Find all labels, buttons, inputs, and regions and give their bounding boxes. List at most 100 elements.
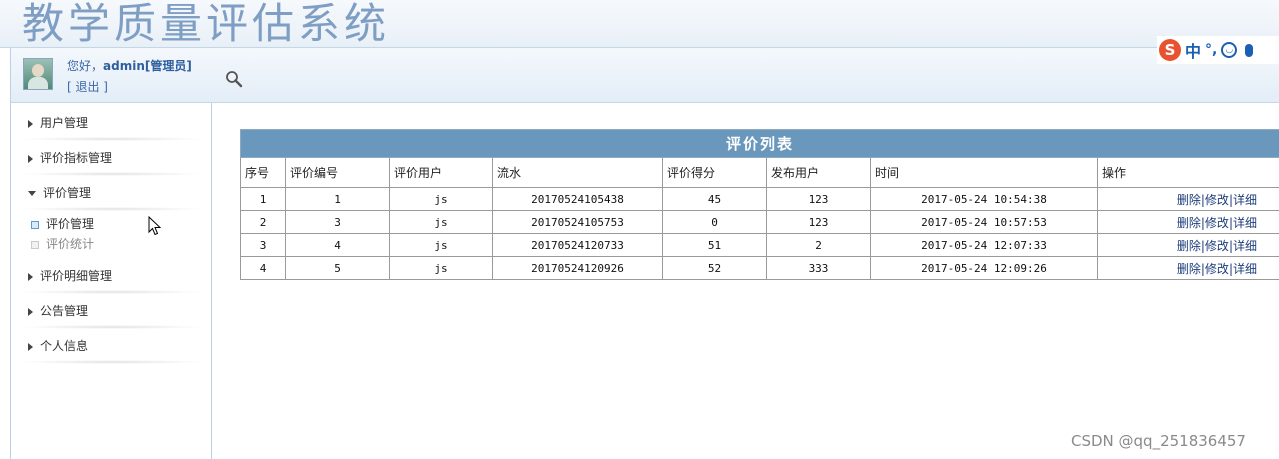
subitem-evaluation-statistics[interactable]: 评价统计: [31, 234, 211, 254]
cell-time: 2017-05-24 10:54:38: [870, 187, 1098, 211]
caret-right-icon: [28, 119, 33, 128]
table-header-row: 序号 评价编号 评价用户 流水 评价得分 发布用户 时间 操作: [240, 157, 1279, 188]
ime-mode-toggle[interactable]: 中: [1185, 38, 1201, 62]
cell-actions: 删除|修改|详细: [1097, 187, 1279, 211]
sidebar-item-evaluation-management[interactable]: 评价管理: [11, 181, 211, 216]
sidebar-menu: 用户管理 评价指标管理 评价管理 评价管理 评价统计 评价明细管理 公告管理 个…: [11, 103, 211, 369]
cell-index: 1: [240, 187, 286, 211]
detail-link[interactable]: 详细: [1233, 262, 1257, 276]
col-header-time: 时间: [870, 157, 1098, 188]
caret-right-icon: [28, 154, 33, 163]
caret-right-icon: [28, 272, 33, 281]
watermark: CSDN @qq_251836457: [1071, 432, 1246, 450]
col-header-score: 评价得分: [662, 157, 767, 188]
cell-actions: 删除|修改|详细: [1097, 233, 1279, 257]
sidebar-item-user-management[interactable]: 用户管理: [11, 111, 211, 146]
cell-publisher: 123: [766, 210, 871, 234]
caret-right-icon: [28, 342, 33, 351]
detail-link[interactable]: 详细: [1233, 216, 1257, 230]
sogou-logo-icon[interactable]: S: [1159, 39, 1181, 61]
sidebar-item-label: 公告管理: [40, 304, 89, 318]
ime-toolbar[interactable]: S 中 °, ◡: [1157, 36, 1279, 64]
sidebar-item-label: 评价指标管理: [40, 151, 113, 165]
delete-link[interactable]: 删除: [1177, 262, 1201, 276]
app-title: 教学质量评估系统: [22, 0, 391, 48]
table-row: 4 5 js 20170524120926 52 333 2017-05-24 …: [240, 256, 1279, 280]
cell-eval-user: js: [389, 256, 493, 280]
cell-index: 3: [240, 233, 286, 257]
evaluation-list-table: 评价列表 序号 评价编号 评价用户 流水 评价得分 发布用户 时间 操作 1 1…: [240, 129, 1279, 280]
evaluation-submenu: 评价管理 评价统计: [11, 214, 211, 264]
edit-link[interactable]: 修改: [1205, 216, 1229, 230]
delete-link[interactable]: 删除: [1177, 216, 1201, 230]
col-header-actions: 操作: [1097, 157, 1279, 188]
mouse-cursor-icon: [148, 216, 162, 236]
caret-down-icon: [28, 191, 36, 196]
content-toolbar: [211, 48, 1279, 103]
edit-link[interactable]: 修改: [1205, 239, 1229, 253]
greeting-text: 您好，admin[管理员]: [67, 57, 192, 74]
cell-eval-user: js: [389, 187, 493, 211]
user-info-box: 您好，admin[管理员] [ 退出 ]: [11, 48, 211, 103]
cell-score: 51: [662, 233, 767, 257]
cell-time: 2017-05-24 12:09:26: [870, 256, 1098, 280]
cell-score: 45: [662, 187, 767, 211]
cell-serial: 20170524120733: [492, 233, 663, 257]
microphone-icon[interactable]: [1245, 43, 1254, 57]
col-header-eval-user: 评价用户: [389, 157, 493, 188]
ime-punct-toggle[interactable]: °,: [1205, 42, 1217, 58]
detail-link[interactable]: 详细: [1233, 239, 1257, 253]
sidebar-item-label: 评价明细管理: [40, 269, 113, 283]
detail-link[interactable]: 详细: [1233, 193, 1257, 207]
cell-serial: 20170524105438: [492, 187, 663, 211]
delete-link[interactable]: 删除: [1177, 193, 1201, 207]
cell-eval-id: 5: [285, 256, 390, 280]
cell-publisher: 123: [766, 187, 871, 211]
search-icon[interactable]: [225, 70, 243, 88]
sidebar-item-announcement[interactable]: 公告管理: [11, 299, 211, 334]
cell-eval-user: js: [389, 233, 493, 257]
cell-score: 0: [662, 210, 767, 234]
cell-actions: 删除|修改|详细: [1097, 210, 1279, 234]
delete-link[interactable]: 删除: [1177, 239, 1201, 253]
cell-publisher: 333: [766, 256, 871, 280]
sidebar-item-personal-info[interactable]: 个人信息: [11, 334, 211, 369]
caret-right-icon: [28, 307, 33, 316]
left-sidebar: 您好，admin[管理员] [ 退出 ] 用户管理 评价指标管理 评价管理 评价…: [10, 48, 212, 459]
subitem-evaluation-management[interactable]: 评价管理: [31, 214, 211, 234]
avatar: [23, 58, 53, 90]
cell-index: 2: [240, 210, 286, 234]
square-bullet-icon: [31, 240, 39, 249]
edit-link[interactable]: 修改: [1205, 262, 1229, 276]
col-header-publisher: 发布用户: [766, 157, 871, 188]
table-row: 1 1 js 20170524105438 45 123 2017-05-24 …: [240, 187, 1279, 211]
cell-eval-id: 4: [285, 233, 390, 257]
sidebar-item-label: 评价管理: [43, 186, 92, 200]
sidebar-item-evaluation-detail[interactable]: 评价明细管理: [11, 264, 211, 299]
cell-publisher: 2: [766, 233, 871, 257]
table-row: 3 4 js 20170524120733 51 2 2017-05-24 12…: [240, 233, 1279, 257]
cell-time: 2017-05-24 10:57:53: [870, 210, 1098, 234]
table-row: 2 3 js 20170524105753 0 123 2017-05-24 1…: [240, 210, 1279, 234]
logout-link[interactable]: [ 退出 ]: [67, 78, 108, 95]
cell-eval-user: js: [389, 210, 493, 234]
cell-time: 2017-05-24 12:07:33: [870, 233, 1098, 257]
cell-index: 4: [240, 256, 286, 280]
greeting-prefix: 您好，: [67, 59, 104, 73]
sidebar-item-label: 用户管理: [40, 116, 89, 130]
user-name: admin[管理员]: [103, 59, 192, 73]
subitem-label: 评价管理: [46, 217, 95, 231]
cell-actions: 删除|修改|详细: [1097, 256, 1279, 280]
edit-link[interactable]: 修改: [1205, 193, 1229, 207]
col-header-index: 序号: [240, 157, 286, 188]
subitem-label: 评价统计: [46, 237, 95, 251]
smiley-icon[interactable]: ◡: [1221, 42, 1238, 58]
col-header-eval-id: 评价编号: [285, 157, 390, 188]
cell-serial: 20170524120926: [492, 256, 663, 280]
sidebar-item-evaluation-index[interactable]: 评价指标管理: [11, 146, 211, 181]
cell-eval-id: 3: [285, 210, 390, 234]
cell-eval-id: 1: [285, 187, 390, 211]
square-bullet-icon: [31, 220, 39, 229]
col-header-serial: 流水: [492, 157, 663, 188]
sidebar-item-label: 个人信息: [40, 339, 89, 353]
